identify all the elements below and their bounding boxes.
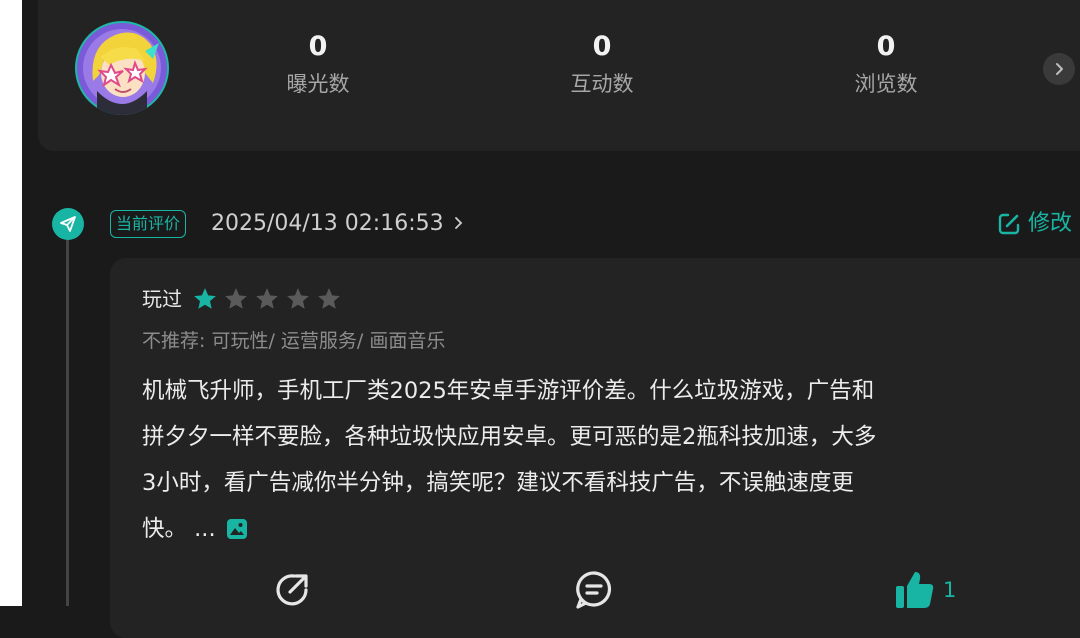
evaluation-datetime-link[interactable]: 2025/04/13 02:16:53 — [211, 208, 465, 240]
thumbs-up-icon — [896, 572, 934, 608]
star-empty-icon — [318, 288, 340, 309]
star-rating — [192, 286, 342, 312]
timeline-line — [66, 238, 69, 606]
chevron-right-icon — [1056, 63, 1063, 75]
review-text-line: 3小时，看广告减你半分钟，搞笑呢？建议不看科技广告，不误触速度更 — [142, 470, 854, 496]
avatar-illustration — [77, 23, 167, 115]
stat-interaction[interactable]: 0 互动数 — [522, 30, 682, 100]
user-avatar[interactable] — [75, 21, 169, 115]
chevron-right-icon — [454, 217, 462, 229]
comment-button[interactable] — [572, 568, 616, 612]
review-tags: 不推荐: 可玩性/ 运营服务/ 画面音乐 — [142, 330, 446, 352]
star-empty-icon — [225, 288, 247, 309]
star-filled-icon — [194, 288, 216, 309]
timeline-marker — [52, 208, 84, 240]
comment-icon — [576, 571, 612, 609]
edit-icon — [998, 213, 1020, 235]
stat-interaction-value: 0 — [592, 31, 612, 62]
current-evaluation-badge: 当前评价 — [110, 210, 187, 238]
played-rating-row: 玩过 — [142, 284, 342, 314]
evaluation-datetime: 2025/04/13 02:16:53 — [211, 211, 444, 236]
send-icon — [60, 216, 76, 232]
review-text-last-line: 快。 ... — [142, 506, 1047, 556]
edit-label: 修改 — [1028, 211, 1073, 236]
played-label: 玩过 — [142, 287, 182, 311]
stat-views-value: 0 — [876, 31, 896, 62]
image-icon[interactable] — [226, 510, 248, 556]
left-edge-strip — [0, 0, 22, 606]
stat-interaction-label: 互动数 — [570, 72, 634, 96]
share-button[interactable] — [272, 568, 314, 610]
stat-exposure[interactable]: 0 曝光数 — [238, 30, 398, 100]
review-text[interactable]: 机械飞升师，手机工厂类2025年安卓手游评价差。什么垃圾游戏，广告和 拼夕夕一样… — [142, 368, 1047, 556]
stat-views[interactable]: 0 浏览数 — [806, 30, 966, 100]
like-count: 1 — [943, 578, 957, 602]
stat-views-label: 浏览数 — [854, 72, 918, 96]
stat-exposure-value: 0 — [308, 31, 328, 62]
stats-more-button[interactable] — [1043, 53, 1075, 85]
stat-exposure-label: 曝光数 — [286, 72, 350, 96]
star-empty-icon — [256, 288, 278, 309]
like-button[interactable]: 1 — [893, 568, 956, 612]
review-text-line: 拼夕夕一样不要脸，各种垃圾快应用安卓。更可恶的是2瓶科技加速，大多 — [142, 424, 877, 450]
star-empty-icon — [287, 288, 309, 309]
review-text-line: 机械飞升师，手机工厂类2025年安卓手游评价差。什么垃圾游戏，广告和 — [142, 378, 875, 404]
review-text-line: 快。 ... — [142, 516, 216, 542]
share-icon — [276, 574, 308, 606]
edit-review-button[interactable]: 修改 — [996, 208, 1072, 240]
